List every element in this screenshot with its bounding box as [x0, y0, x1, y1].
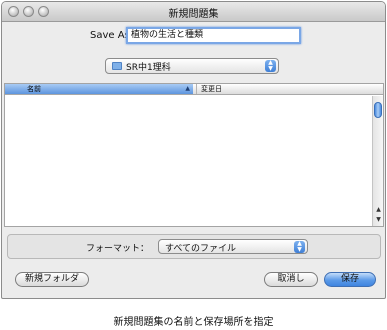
save-dialog: 新規問題集 Save As: 植物の生活と種類 SR中1理科 ▲ ▼ 名前 ▲ 変…: [1, 1, 386, 299]
new-folder-button[interactable]: 新規フォルダ: [15, 272, 89, 287]
format-label: フォーマット：: [86, 244, 150, 254]
column-date-header[interactable]: 変更日: [196, 84, 222, 94]
save-as-input[interactable]: 植物の生活と種類: [126, 27, 301, 44]
folder-icon: [112, 62, 122, 70]
scroll-down-arrow-icon[interactable]: ▼: [374, 216, 383, 225]
format-value: すべてのファイル: [165, 244, 237, 254]
window-title: 新規問題集: [168, 9, 219, 20]
popup-arrows-icon: ▲ ▼: [294, 241, 305, 253]
scroll-up-arrow-icon[interactable]: ▲: [374, 206, 383, 215]
cancel-button[interactable]: 取消し: [264, 272, 318, 287]
file-browser[interactable]: 名前 ▲ 変更日 ▲ ▼: [4, 83, 384, 227]
sort-ascending-icon: ▲: [185, 85, 190, 92]
location-value: SR中1理科: [126, 63, 171, 73]
format-popup[interactable]: すべてのファイル ▲ ▼: [158, 239, 308, 254]
format-panel: フォーマット： すべてのファイル ▲ ▼: [7, 234, 381, 259]
column-name-label: 名前: [27, 85, 41, 93]
location-popup[interactable]: SR中1理科 ▲ ▼: [105, 58, 279, 74]
figure-caption: 新規問題集の名前と保存場所を指定: [113, 317, 274, 328]
save-button[interactable]: 保存: [324, 272, 376, 287]
column-name-header[interactable]: 名前 ▲: [5, 84, 193, 94]
vertical-scrollbar[interactable]: ▲ ▼: [372, 96, 383, 226]
popup-arrows-icon: ▲ ▼: [265, 60, 276, 72]
title-bar: 新規問題集: [2, 2, 385, 22]
column-header: 名前 ▲ 変更日: [5, 84, 383, 95]
scroll-thumb[interactable]: [374, 102, 382, 118]
